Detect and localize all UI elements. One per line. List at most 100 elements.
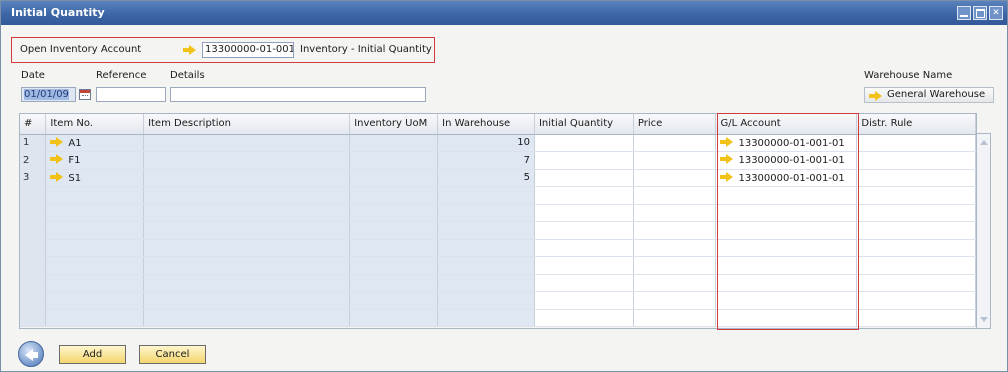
empty-cell[interactable] (534, 274, 634, 292)
empty-cell[interactable] (534, 221, 634, 240)
empty-cell[interactable] (715, 256, 858, 275)
col-header-distr-rule[interactable]: Distr. Rule (856, 114, 976, 135)
col-header-num[interactable]: # (20, 114, 47, 135)
account-input[interactable]: 13300000-01-001- (202, 42, 294, 58)
cancel-button[interactable]: Cancel (139, 345, 206, 364)
empty-cell[interactable] (856, 309, 976, 327)
empty-cell[interactable] (715, 274, 858, 292)
gl-account-value: 13300000-01-001-01 (738, 155, 845, 167)
empty-cell[interactable] (715, 309, 858, 327)
table-row-empty[interactable] (20, 186, 976, 205)
empty-cell[interactable] (856, 221, 976, 240)
empty-cell[interactable] (633, 186, 717, 205)
back-arrow-icon[interactable] (18, 341, 44, 367)
empty-cell[interactable] (715, 239, 858, 257)
initial-qty-cell[interactable] (534, 169, 634, 187)
table-row-empty[interactable] (20, 309, 976, 327)
empty-cell[interactable] (534, 186, 634, 205)
empty-cell[interactable] (715, 186, 858, 205)
empty-cell[interactable] (534, 239, 634, 257)
empty-cell[interactable] (856, 204, 976, 222)
link-arrow-icon[interactable] (720, 136, 734, 147)
item-no-cell[interactable]: S1 (45, 169, 145, 187)
empty-cell[interactable] (633, 291, 717, 310)
empty-cell[interactable] (856, 291, 976, 310)
gl-account-cell[interactable]: 13300000-01-001-01 (715, 151, 858, 170)
table-row-empty[interactable] (20, 221, 976, 240)
link-arrow-icon[interactable] (720, 171, 734, 182)
empty-cell[interactable] (633, 309, 717, 327)
empty-cell[interactable] (534, 309, 634, 327)
table-row-empty[interactable] (20, 239, 976, 257)
empty-cell[interactable] (715, 221, 858, 240)
empty-cell[interactable] (856, 256, 976, 275)
details-field[interactable] (170, 87, 426, 102)
empty-cell[interactable] (856, 274, 976, 292)
empty-cell[interactable] (856, 186, 976, 205)
warehouse-select[interactable]: General Warehouse (864, 87, 994, 103)
table-row[interactable]: 1 A1 10 13300000-01-001-01 (20, 134, 976, 152)
table-row-empty[interactable] (20, 256, 976, 275)
date-value: 01/01/09 (24, 89, 69, 100)
items-grid: # Item No. Item Description Inventory Uo… (19, 113, 977, 329)
item-no-cell[interactable]: A1 (45, 134, 145, 152)
price-cell[interactable] (633, 134, 717, 152)
calendar-icon[interactable] (79, 89, 91, 100)
col-header-gl-account[interactable]: G/L Account (715, 114, 858, 135)
price-cell[interactable] (633, 151, 717, 170)
reference-field[interactable] (96, 87, 166, 102)
empty-cell[interactable] (633, 274, 717, 292)
empty-cell (143, 291, 351, 310)
item-no-value: F1 (68, 155, 81, 167)
empty-cell[interactable] (534, 204, 634, 222)
empty-cell[interactable] (856, 239, 976, 257)
gl-account-cell[interactable]: 13300000-01-001-01 (715, 134, 858, 152)
distr-rule-cell[interactable] (856, 169, 976, 187)
scroll-up-icon[interactable] (980, 140, 988, 145)
gl-account-cell[interactable]: 13300000-01-001-01 (715, 169, 858, 187)
table-row[interactable]: 2 F1 7 13300000-01-001-01 (20, 151, 976, 170)
empty-cell[interactable] (534, 256, 634, 275)
col-header-description[interactable]: Item Description (143, 114, 351, 135)
table-row-empty[interactable] (20, 204, 976, 222)
col-header-price[interactable]: Price (633, 114, 717, 135)
price-cell[interactable] (633, 169, 717, 187)
maximize-icon[interactable] (973, 6, 987, 20)
empty-cell[interactable] (633, 204, 717, 222)
empty-cell[interactable] (633, 256, 717, 275)
empty-cell[interactable] (633, 239, 717, 257)
table-row-empty[interactable] (20, 291, 976, 310)
add-button[interactable]: Add (59, 345, 126, 364)
scroll-down-icon[interactable] (980, 317, 988, 322)
link-arrow-icon[interactable] (50, 136, 64, 147)
description-cell (143, 134, 351, 152)
initial-qty-cell[interactable] (534, 134, 634, 152)
col-header-item-no[interactable]: Item No. (45, 114, 145, 135)
link-arrow-icon[interactable] (183, 45, 197, 55)
link-arrow-icon[interactable] (50, 171, 64, 182)
col-header-in-warehouse[interactable]: In Warehouse (437, 114, 535, 135)
grid-header-row: # Item No. Item Description Inventory Uo… (20, 114, 976, 135)
link-arrow-icon[interactable] (50, 154, 64, 165)
empty-cell[interactable] (534, 291, 634, 310)
empty-cell (349, 239, 439, 257)
table-row-empty[interactable] (20, 274, 976, 292)
close-icon[interactable]: ✕ (989, 6, 1003, 20)
date-field[interactable]: 01/01/09 (21, 87, 76, 102)
link-arrow-icon[interactable] (720, 154, 734, 165)
empty-cell[interactable] (715, 204, 858, 222)
grid-vertical-scrollbar[interactable] (977, 133, 991, 329)
empty-cell[interactable] (715, 291, 858, 310)
empty-cell (349, 274, 439, 292)
distr-rule-cell[interactable] (856, 134, 976, 152)
item-no-cell[interactable]: F1 (45, 151, 145, 170)
col-header-uom[interactable]: Inventory UoM (349, 114, 439, 135)
table-row[interactable]: 3 S1 5 13300000-01-001-01 (20, 169, 976, 187)
empty-cell[interactable] (633, 221, 717, 240)
col-header-initial-qty[interactable]: Initial Quantity (534, 114, 634, 135)
link-arrow-icon[interactable] (869, 91, 883, 101)
initial-qty-cell[interactable] (534, 151, 634, 170)
minimize-icon[interactable] (957, 6, 971, 20)
distr-rule-cell[interactable] (856, 151, 976, 170)
title-bar[interactable]: Initial Quantity ✕ (1, 1, 1007, 25)
